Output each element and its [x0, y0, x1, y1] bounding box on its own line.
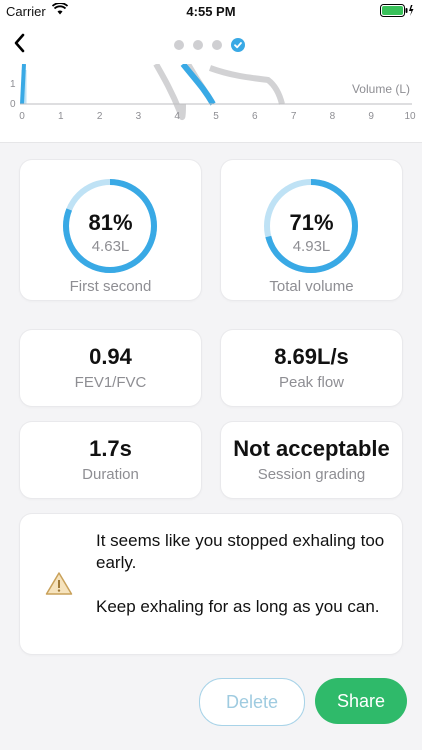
share-button[interactable]: Share: [315, 678, 407, 724]
previous-attempt-curve: [153, 64, 285, 120]
current-curve: [180, 64, 216, 106]
y-tick-label: 0: [10, 99, 16, 110]
duration-card: 1.7s Duration: [20, 422, 201, 498]
warning-line-2: Keep exhaling for as long as you can.: [96, 597, 380, 616]
warning-line-1: It seems like you stopped exhaling too e…: [96, 531, 385, 572]
first-second-percent: 81%: [88, 210, 133, 235]
total-volume-volume: 4.93L: [292, 238, 331, 255]
first-second-volume: 4.63L: [91, 238, 130, 255]
peak-flow-card: 8.69L/s Peak flow: [221, 330, 402, 406]
x-tick-label: 3: [136, 111, 142, 122]
flow-volume-chart: 1 0 Volume (L) 0 1 2 3 4 5 6 7 8 9 10: [0, 64, 422, 143]
x-tick-label: 5: [213, 111, 219, 122]
first-second-card: 81% 4.63L First second: [20, 160, 201, 300]
back-button[interactable]: [8, 30, 34, 56]
warning-message: It seems like you stopped exhaling too e…: [96, 530, 392, 640]
navigation-bar: [0, 22, 422, 64]
step-dot: [193, 40, 203, 50]
x-axis-title: Volume (L): [352, 82, 410, 96]
chart-svg: 1 0 Volume (L) 0 1 2 3 4 5 6 7 8 9 10: [10, 64, 416, 122]
x-tick-label: 9: [368, 111, 374, 122]
total-volume-label: Total volume: [269, 278, 354, 295]
delete-button[interactable]: Delete: [199, 678, 305, 726]
fev1-fvc-label: FEV1/FVC: [74, 374, 147, 391]
battery-icon: [380, 4, 414, 20]
y-tick-label: 1: [10, 79, 16, 90]
x-tick-label: 1: [58, 111, 64, 122]
x-tick-label: 7: [291, 111, 297, 122]
peak-flow-value: 8.69L/s: [274, 344, 349, 369]
step-dot: [174, 40, 184, 50]
x-tick-label: 4: [174, 111, 180, 122]
checkmark-icon: [234, 42, 242, 49]
warning-icon: [45, 571, 73, 601]
clock: 4:55 PM: [186, 4, 236, 19]
step-indicator: [174, 38, 245, 52]
x-tick-label: 0: [19, 111, 25, 122]
current-curve-start: [20, 64, 26, 105]
session-grading-card: Not acceptable Session grading: [221, 422, 402, 498]
duration-value: 1.7s: [89, 436, 132, 461]
peak-flow-label: Peak flow: [278, 374, 345, 391]
x-tick-label: 6: [252, 111, 258, 122]
chevron-left-icon: [14, 33, 25, 53]
step-dot: [212, 40, 222, 50]
total-volume-card: 71% 4.93L Total volume: [221, 160, 402, 300]
total-volume-percent: 71%: [289, 210, 334, 235]
duration-label: Duration: [82, 466, 139, 483]
x-tick-label: 10: [404, 111, 416, 122]
session-grading-label: Session grading: [257, 466, 366, 483]
fev1-fvc-card: 0.94 FEV1/FVC: [20, 330, 201, 406]
x-tick-labels: 0 1 2 3 4 5 6 7 8 9 10: [19, 111, 416, 122]
session-grading-value: Not acceptable: [233, 436, 390, 461]
fev1-fvc-value: 0.94: [89, 344, 132, 369]
status-bar: Carrier 4:55 PM: [0, 0, 422, 22]
x-tick-label: 8: [330, 111, 336, 122]
step-dot-current: [231, 38, 245, 52]
first-second-label: First second: [69, 278, 152, 295]
x-tick-label: 2: [97, 111, 103, 122]
